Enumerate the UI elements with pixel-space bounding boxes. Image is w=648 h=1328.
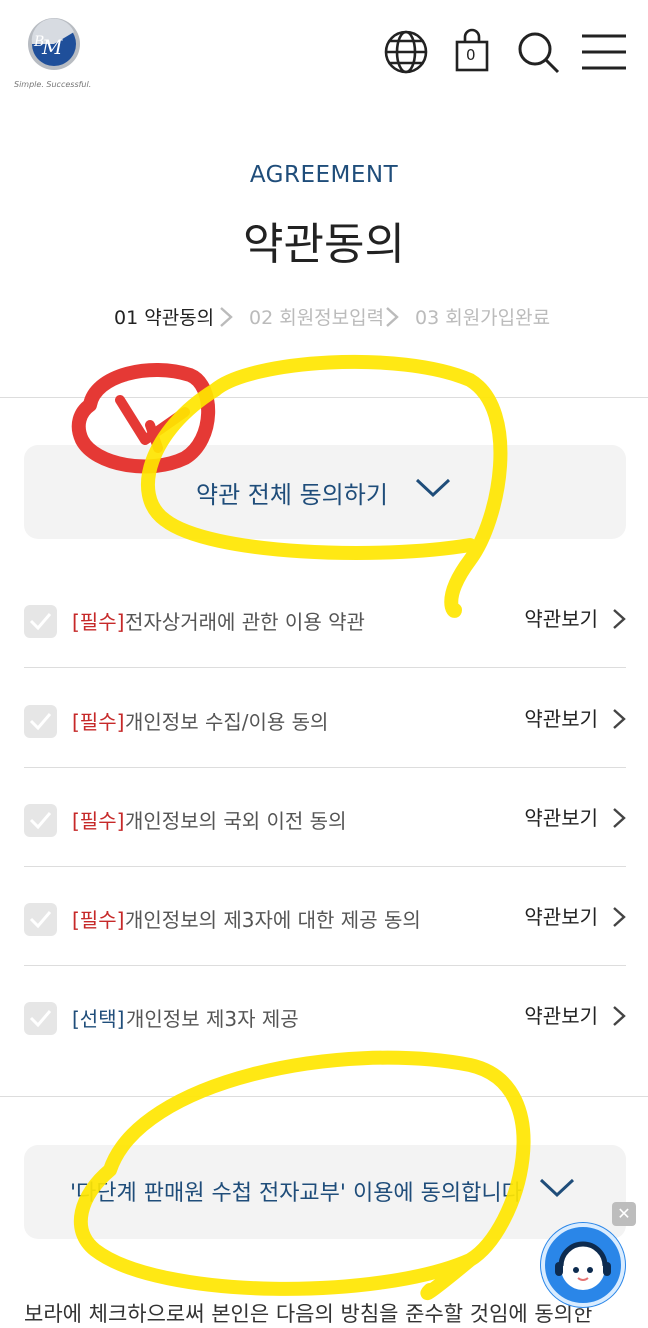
term-checkbox[interactable]: [24, 1002, 57, 1035]
svg-text:M: M: [41, 35, 63, 59]
chevron-right-icon[interactable]: [612, 608, 626, 630]
term-row-ecommerce: [필수] 전자상거래에 관한 이용 약관 약관보기: [24, 570, 626, 668]
chatbot-button[interactable]: [540, 1222, 626, 1308]
row-divider: [24, 866, 626, 867]
check-icon: [29, 613, 52, 631]
cart-count: 0: [466, 46, 476, 64]
view-terms-link[interactable]: 약관보기: [524, 802, 598, 831]
row-divider: [24, 767, 626, 768]
chevron-right-icon: [220, 307, 233, 327]
term-row-third-party-provision: [필수] 개인정보의 제3자에 대한 제공 동의 약관보기: [24, 868, 626, 966]
term-checkbox[interactable]: [24, 903, 57, 936]
row-divider: [24, 667, 626, 668]
chevron-right-icon[interactable]: [612, 1005, 626, 1027]
header: M B Simple. Successful. 0: [0, 0, 648, 100]
brand-logo[interactable]: M B Simple. Successful.: [14, 14, 104, 94]
cart-icon[interactable]: 0: [448, 28, 496, 76]
chevron-right-icon: [386, 307, 399, 327]
check-icon: [29, 1010, 52, 1028]
step-agreement: 01 약관동의: [114, 307, 215, 329]
agree-all-button[interactable]: 약관 전체 동의하기: [24, 445, 626, 539]
check-icon: [29, 812, 52, 830]
term-row-privacy-collection: [필수] 개인정보 수집/이용 동의 약관보기: [24, 670, 626, 768]
chevron-right-icon[interactable]: [612, 906, 626, 928]
check-icon: [415, 478, 451, 498]
row-divider: [24, 965, 626, 966]
optional-tag: [선택]: [72, 1007, 125, 1031]
consent-handbook-label: '다단계 판매원 수첩 전자교부' 이용에 동의합니다: [70, 1181, 522, 1206]
required-tag: [필수]: [72, 710, 125, 734]
term-checkbox[interactable]: [24, 705, 57, 738]
term-name: 전자상거래에 관한 이용 약관: [125, 610, 365, 634]
term-name: 개인정보 수집/이용 동의: [125, 710, 329, 734]
step-complete: 03 회원가입완료: [415, 307, 551, 329]
svg-text:B: B: [33, 34, 44, 50]
check-icon: [29, 713, 52, 731]
term-name: 개인정보 제3자 제공: [126, 1007, 299, 1031]
term-checkbox[interactable]: [24, 804, 57, 837]
view-terms-link[interactable]: 약관보기: [524, 703, 598, 732]
logo-tagline: Simple. Successful.: [14, 80, 92, 89]
required-tag: [필수]: [72, 610, 125, 634]
term-row-third-party-optional: [선택] 개인정보 제3자 제공 약관보기: [24, 967, 626, 1065]
agree-all-label: 약관 전체 동의하기: [196, 481, 388, 509]
view-terms-link[interactable]: 약관보기: [524, 603, 598, 632]
divider: [0, 397, 648, 398]
term-name: 개인정보의 국외 이전 동의: [125, 809, 347, 833]
consent-handbook-button[interactable]: '다단계 판매원 수첩 전자교부' 이용에 동의합니다: [24, 1145, 626, 1239]
page-eyebrow: AGREEMENT: [249, 162, 399, 188]
view-terms-link[interactable]: 약관보기: [524, 901, 598, 930]
page-title: 약관동의: [243, 219, 405, 270]
view-terms-link[interactable]: 약관보기: [524, 1000, 598, 1029]
check-icon: [29, 911, 52, 929]
signup-steps: 01 약관동의 02 회원정보입력 03 회원가입완료: [0, 303, 648, 333]
globe-icon[interactable]: [382, 28, 430, 76]
required-tag: [필수]: [72, 809, 125, 833]
chatbot-avatar-icon: [541, 1223, 625, 1307]
menu-icon[interactable]: [580, 28, 628, 76]
divider: [0, 1096, 648, 1097]
term-row-overseas-transfer: [필수] 개인정보의 국외 이전 동의 약관보기: [24, 769, 626, 867]
chevron-right-icon[interactable]: [612, 708, 626, 730]
policy-text: 보라에 체크하으로써 본인은 다음의 방침을 준수할 것임에 동의한: [24, 1302, 593, 1326]
chevron-right-icon[interactable]: [612, 807, 626, 829]
term-name: 개인정보의 제3자에 대한 제공 동의: [125, 908, 421, 932]
search-icon[interactable]: [514, 28, 562, 76]
check-icon: [539, 1178, 575, 1198]
required-tag: [필수]: [72, 908, 125, 932]
step-member-info: 02 회원정보입력: [249, 307, 385, 329]
term-checkbox[interactable]: [24, 605, 57, 638]
logo-emblem-icon: M B: [28, 18, 80, 70]
